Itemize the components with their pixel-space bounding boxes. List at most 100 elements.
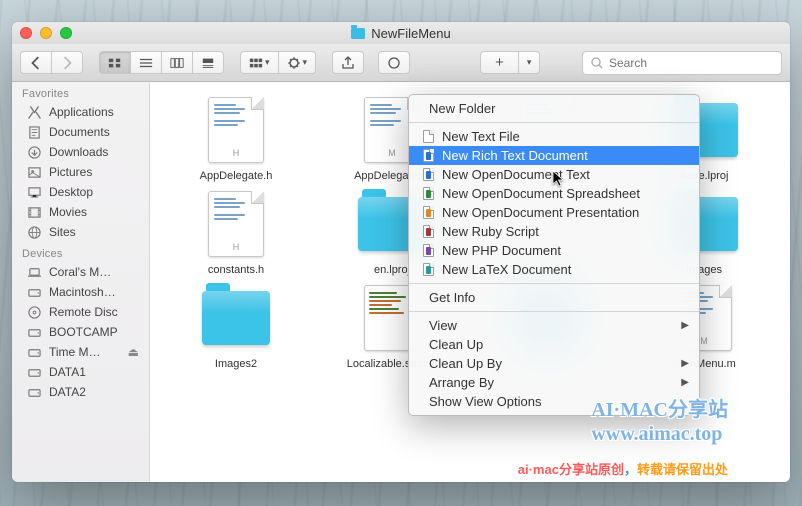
menu-item[interactable]: New LaTeX Document bbox=[409, 260, 699, 279]
sidebar-section-header: Devices bbox=[12, 242, 149, 262]
menu-item-label: Clean Up By bbox=[429, 356, 502, 371]
menu-item[interactable]: New PHP Document bbox=[409, 241, 699, 260]
menu-item-label: Get Info bbox=[429, 290, 475, 305]
minimize-button[interactable] bbox=[40, 27, 52, 39]
sidebar-item-label: Coral's M… bbox=[49, 265, 111, 279]
menu-item-label: New Rich Text Document bbox=[442, 148, 588, 163]
sidebar-item[interactable]: Time M… ⏏ bbox=[12, 342, 149, 362]
menu-item-label: Show View Options bbox=[429, 394, 542, 409]
coverflow-view-button[interactable] bbox=[193, 51, 224, 74]
hdd-icon bbox=[26, 385, 42, 399]
file-item[interactable]: Images2 bbox=[158, 282, 314, 370]
sidebar-item[interactable]: Remote Disc bbox=[12, 302, 149, 322]
source-file-icon: H bbox=[208, 191, 264, 257]
zoom-button[interactable] bbox=[60, 27, 72, 39]
menu-item-label: View bbox=[429, 318, 457, 333]
share-button[interactable] bbox=[332, 51, 364, 74]
menu-item[interactable]: New Ruby Script bbox=[409, 222, 699, 241]
sidebar-item-label: Desktop bbox=[49, 185, 93, 199]
action-button[interactable]: ▾ bbox=[279, 51, 317, 74]
new-tab-dropdown[interactable]: ▾ bbox=[519, 51, 541, 74]
sidebar-item-label: Applications bbox=[49, 105, 114, 119]
sidebar-item[interactable]: Downloads bbox=[12, 142, 149, 162]
context-menu[interactable]: New Folder New Text File New Rich Text Doc… bbox=[408, 94, 700, 416]
file-label: AppDelegate.h bbox=[200, 170, 273, 182]
sidebar-item-label: Remote Disc bbox=[49, 305, 118, 319]
sidebar-item-label: BOOTCAMP bbox=[49, 325, 118, 339]
menu-item[interactable]: New Folder bbox=[409, 99, 699, 118]
sidebar-item[interactable]: DATA1 bbox=[12, 362, 149, 382]
eject-icon[interactable]: ⏏ bbox=[128, 345, 139, 359]
file-type-icon bbox=[423, 263, 434, 276]
submenu-arrow-icon: ▶ bbox=[681, 358, 689, 369]
doc-icon bbox=[26, 125, 42, 139]
menu-item-label: Arrange By bbox=[429, 375, 494, 390]
sidebar-item[interactable]: Macintosh… bbox=[12, 282, 149, 302]
search-input[interactable] bbox=[609, 56, 773, 70]
sidebar-item-label: Macintosh… bbox=[49, 285, 116, 299]
list-view-button[interactable] bbox=[131, 51, 162, 74]
window-title: NewFileMenu bbox=[371, 26, 450, 41]
nav-buttons bbox=[20, 51, 83, 74]
sidebar-item[interactable]: Documents bbox=[12, 122, 149, 142]
hdd-icon bbox=[26, 325, 42, 339]
menu-item[interactable]: Clean Up By ▶ bbox=[409, 354, 699, 373]
file-item[interactable]: Hconstants.h bbox=[158, 188, 314, 276]
forward-button[interactable] bbox=[52, 51, 83, 74]
watermark-sub: ai·mac分享站原创，转载请保留出处 bbox=[518, 459, 728, 478]
menu-item-label: New LaTeX Document bbox=[442, 262, 571, 277]
sidebar-item[interactable]: Sites bbox=[12, 222, 149, 242]
file-item[interactable]: HAppDelegate.h bbox=[158, 94, 314, 182]
back-button[interactable] bbox=[20, 51, 52, 74]
menu-item[interactable]: Clean Up bbox=[409, 335, 699, 354]
sidebar-item[interactable]: Applications bbox=[12, 102, 149, 122]
sidebar-item[interactable]: Coral's M… bbox=[12, 262, 149, 282]
menu-item[interactable]: New Text File bbox=[409, 127, 699, 146]
menu-item[interactable]: Show View Options bbox=[409, 392, 699, 411]
menu-item[interactable]: New Rich Text Document bbox=[409, 146, 699, 165]
file-type-icon bbox=[423, 225, 434, 238]
file-label: Images2 bbox=[215, 358, 257, 370]
icon-view-button[interactable] bbox=[99, 51, 131, 74]
submenu-arrow-icon: ▶ bbox=[681, 377, 689, 388]
submenu-arrow-icon: ▶ bbox=[681, 320, 689, 331]
menu-separator bbox=[409, 283, 699, 284]
file-type-icon bbox=[423, 149, 434, 162]
hdd-icon bbox=[26, 285, 42, 299]
toolbar: ▾ ▾ + ▾ bbox=[12, 44, 790, 82]
folder-icon bbox=[351, 28, 365, 39]
sidebar[interactable]: Favorites Applications DocumentsDownloadsP… bbox=[12, 82, 150, 482]
pic-icon bbox=[26, 165, 42, 179]
mov-icon bbox=[26, 205, 42, 219]
menu-item-label: New Ruby Script bbox=[442, 224, 539, 239]
sidebar-item[interactable]: BOOTCAMP bbox=[12, 322, 149, 342]
sidebar-item[interactable]: Desktop bbox=[12, 182, 149, 202]
menu-item-label: New Text File bbox=[442, 129, 520, 144]
new-tab-button[interactable]: + bbox=[480, 51, 519, 74]
arrange-button[interactable]: ▾ bbox=[240, 51, 279, 74]
sidebar-item[interactable]: DATA2 bbox=[12, 382, 149, 402]
search-field[interactable] bbox=[582, 51, 782, 75]
menu-item-label: New Folder bbox=[429, 101, 495, 116]
menu-item[interactable]: New OpenDocument Presentation bbox=[409, 203, 699, 222]
column-view-button[interactable] bbox=[162, 51, 193, 74]
down-icon bbox=[26, 145, 42, 159]
menu-item-label: New OpenDocument Spreadsheet bbox=[442, 186, 640, 201]
file-label: en.lproj bbox=[374, 264, 410, 276]
folder-icon bbox=[202, 291, 270, 345]
hdd-icon bbox=[26, 345, 42, 359]
sidebar-item-label: DATA1 bbox=[49, 365, 86, 379]
site-icon bbox=[26, 225, 42, 239]
sidebar-section-header: Favorites bbox=[12, 82, 149, 102]
tags-button[interactable] bbox=[378, 51, 410, 74]
file-type-icon bbox=[423, 187, 434, 200]
menu-item[interactable]: Arrange By ▶ bbox=[409, 373, 699, 392]
sidebar-item-label: Time M… bbox=[49, 345, 101, 359]
titlebar[interactable]: NewFileMenu bbox=[12, 22, 790, 44]
menu-item[interactable]: View ▶ bbox=[409, 316, 699, 335]
sidebar-item[interactable]: Pictures bbox=[12, 162, 149, 182]
close-button[interactable] bbox=[20, 27, 32, 39]
menu-item[interactable]: Get Info bbox=[409, 288, 699, 307]
sidebar-item[interactable]: Movies bbox=[12, 202, 149, 222]
view-switcher bbox=[99, 51, 224, 74]
